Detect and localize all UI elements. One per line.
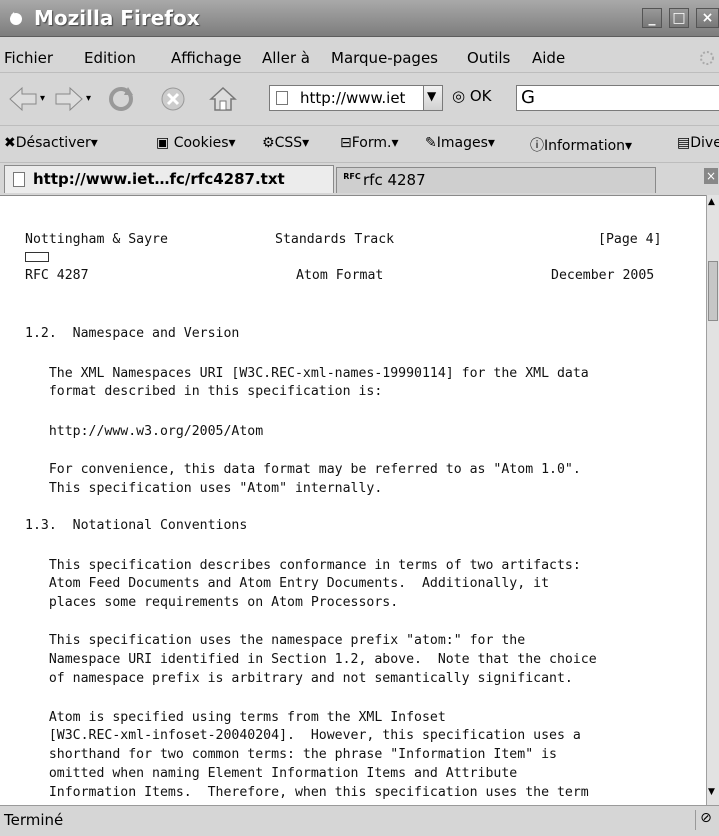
forward-dropdown-icon[interactable]: ▾	[86, 93, 91, 104]
devbar-disable-label: Désactiver	[15, 135, 91, 151]
close-tab-icon[interactable]: ×	[704, 168, 718, 184]
devbar-misc[interactable]: ▤Dive	[677, 135, 719, 151]
devbar-css-label: CSS	[274, 135, 303, 151]
title-bar: Mozilla Firefox _ □ ×	[0, 0, 719, 37]
doc-line: This specification uses the namespace pr…	[25, 633, 526, 648]
doc-line: The XML Namespaces URI [W3C.REC-xml-name…	[25, 366, 589, 381]
menu-affichage[interactable]: Affichage	[171, 49, 241, 67]
minimize-button[interactable]: _	[642, 8, 662, 28]
tab-label: rfc 4287	[363, 171, 426, 189]
page-break-icon	[25, 252, 49, 262]
tab-rfc-text[interactable]: http://www.iet…fc/rfc4287.txt	[4, 165, 334, 193]
page-icon	[276, 91, 288, 105]
home-icon[interactable]	[208, 85, 238, 113]
firefox-icon	[10, 12, 22, 25]
menu-marque-pages[interactable]: Marque-pages	[331, 49, 438, 67]
doc-line: Information Items. Therefore, when this …	[25, 785, 589, 800]
doc-line: Atom Feed Documents and Atom Entry Docum…	[25, 576, 550, 591]
doc-line: http://www.w3.org/2005/Atom	[25, 424, 264, 439]
devbar-disable[interactable]: ✖Désactiver▾	[4, 135, 98, 151]
devbar-css[interactable]: ⚙CSS▾	[262, 135, 309, 151]
doc-line: places some requirements on Atom Process…	[25, 595, 399, 610]
page-header-center: Atom Format	[296, 268, 384, 283]
web-developer-toolbar: ✖Désactiver▾ ▣ Cookies▾ ⚙CSS▾ ⊟Form.▾ ✎I…	[0, 126, 719, 163]
page-footer-right: [Page 4]	[598, 232, 662, 247]
devbar-cookies-label: Cookies	[173, 135, 229, 151]
devbar-images-label: Images	[436, 135, 488, 151]
search-field[interactable]: G	[516, 85, 719, 111]
chevron-down-icon: ▼	[427, 89, 437, 103]
close-button[interactable]: ×	[696, 8, 719, 28]
forward-icon[interactable]	[54, 85, 84, 113]
stop-icon[interactable]	[158, 85, 188, 113]
back-dropdown-icon[interactable]: ▾	[40, 93, 45, 104]
doc-line: Namespace URI identified in Section 1.2,…	[25, 652, 597, 667]
menu-outils[interactable]: Outils	[467, 49, 510, 67]
security-icon: ⊘	[695, 810, 716, 830]
devbar-information-label: Information	[544, 138, 626, 154]
devbar-forms[interactable]: ⊟Form.▾	[340, 135, 398, 151]
search-engine-icon: G	[521, 87, 535, 108]
navigation-toolbar: ▾ ▾ http://www.iet ▼ ◎ OK G	[0, 72, 719, 126]
url-dropdown-button[interactable]: ▼	[423, 85, 443, 111]
maximize-button[interactable]: □	[669, 8, 689, 28]
url-field[interactable]: http://www.iet	[269, 85, 427, 111]
go-label: OK	[469, 87, 492, 105]
section-heading: 1.3. Notational Conventions	[25, 518, 248, 533]
tab-rfc-4287[interactable]: RFC rfc 4287	[336, 167, 656, 193]
page-footer-left: Nottingham & Sayre	[25, 232, 168, 247]
devbar-information[interactable]: ⓘInformation▾	[530, 135, 632, 155]
page-header-right: December 2005	[551, 268, 655, 283]
section-heading: 1.2. Namespace and Version	[25, 326, 240, 341]
status-text: Terminé	[4, 811, 64, 829]
reload-icon[interactable]	[106, 85, 136, 113]
devbar-images[interactable]: ✎Images▾	[425, 135, 495, 151]
tab-bar: http://www.iet…fc/rfc4287.txt RFC rfc 42…	[0, 163, 719, 193]
window-title: Mozilla Firefox	[34, 6, 200, 30]
page-header-left: RFC 4287	[25, 268, 89, 283]
vertical-scrollbar[interactable]: ▲ ▼	[706, 195, 719, 805]
doc-line: shorthand for two common terms: the phra…	[25, 747, 557, 762]
doc-line: of namespace prefix is arbitrary and not…	[25, 671, 573, 686]
scroll-down-icon[interactable]: ▼	[708, 787, 715, 797]
doc-line: [W3C.REC-xml-infoset-20040204]. However,…	[25, 728, 581, 743]
doc-line: For convenience, this data format may be…	[25, 462, 581, 477]
doc-line: This specification uses "Atom" internall…	[25, 481, 383, 496]
tab-label: http://www.iet…fc/rfc4287.txt	[33, 170, 285, 188]
go-icon: ◎	[452, 87, 466, 105]
menu-edition[interactable]: Edition	[84, 49, 136, 67]
menu-bar: Fichier Edition Affichage Aller à Marque…	[0, 44, 719, 72]
back-icon[interactable]	[8, 85, 38, 113]
status-bar: Terminé ⊘	[0, 805, 719, 836]
doc-line: format described in this specification i…	[25, 384, 383, 399]
doc-line: Atom is specified using terms from the X…	[25, 710, 446, 725]
scroll-up-icon[interactable]: ▲	[708, 197, 715, 207]
devbar-forms-label: Form.	[351, 135, 392, 151]
page-content: Nottingham & Sayre Standards Track [Page…	[0, 195, 706, 806]
throbber-icon	[700, 51, 714, 65]
rfc-html-icon: RFC	[343, 172, 361, 181]
scrollbar-thumb[interactable]	[708, 261, 718, 321]
menu-fichier[interactable]: Fichier	[4, 49, 53, 67]
go-button[interactable]: ◎ OK	[452, 87, 492, 105]
doc-line: This specification describes conformance…	[25, 558, 581, 573]
menu-aide[interactable]: Aide	[532, 49, 565, 67]
page-footer-center: Standards Track	[275, 232, 395, 247]
page-icon	[13, 172, 25, 187]
devbar-misc-label: Dive	[690, 135, 719, 151]
menu-aller[interactable]: Aller à	[262, 49, 310, 67]
doc-line: omitted when naming Element Information …	[25, 766, 518, 781]
url-text: http://www.iet	[300, 89, 406, 107]
devbar-cookies[interactable]: ▣ Cookies▾	[156, 135, 236, 151]
